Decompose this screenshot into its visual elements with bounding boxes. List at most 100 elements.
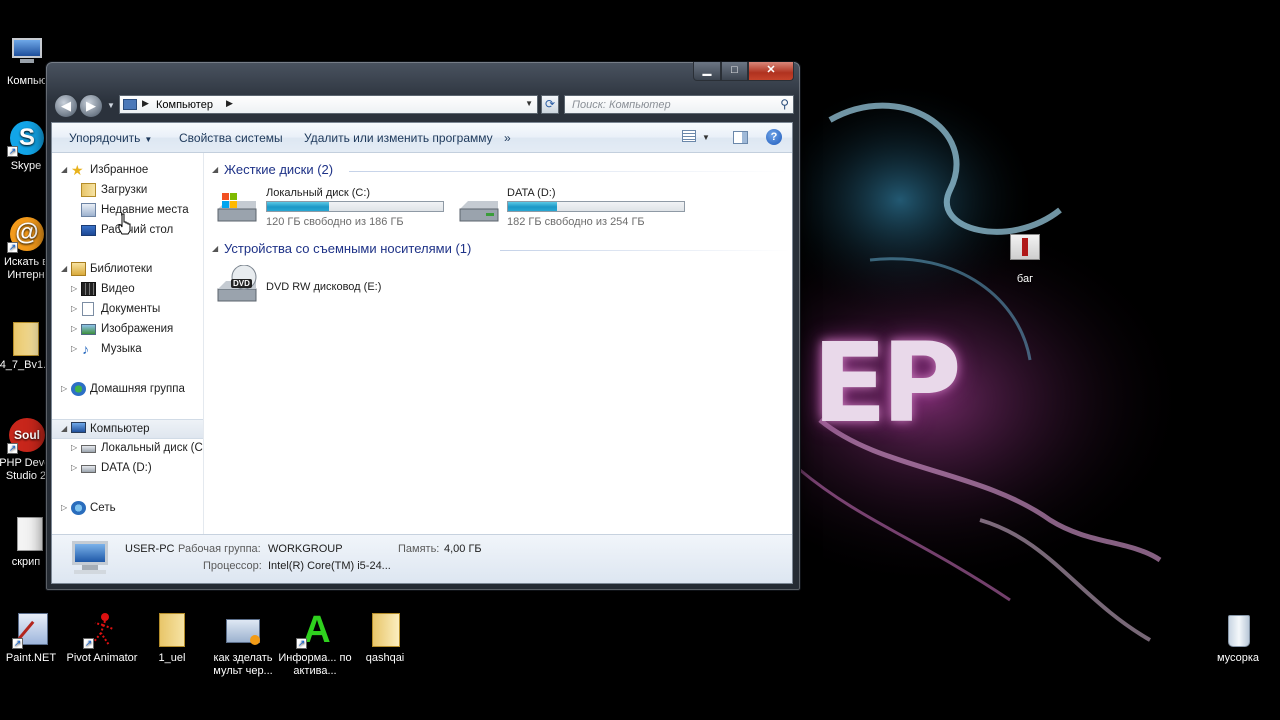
breadcrumb-computer[interactable]: Компьютер <box>156 99 213 111</box>
help-button[interactable]: ? <box>766 129 782 145</box>
breadcrumb-chevron-icon[interactable]: ▶ <box>142 98 149 109</box>
change-view-button[interactable]: ▼ <box>682 130 710 145</box>
workgroup-value: WORKGROUP <box>268 543 343 555</box>
group-header-hard-drives[interactable]: Жесткие диски (2) <box>224 162 333 177</box>
expand-arrow-icon[interactable]: ▷ <box>71 459 77 477</box>
sidebar-item-label: Домашняя группа <box>90 383 185 395</box>
organize-button[interactable]: Упорядочить ▼ <box>69 131 152 145</box>
desktop-icon-bag[interactable]: баг <box>988 232 1062 286</box>
command-bar: Упорядочить ▼ Свойства системы Удалить ил… <box>52 123 792 153</box>
drive-tile-d[interactable]: DATA (D:) 182 ГБ свободно из 254 ГБ <box>456 187 696 231</box>
forward-button[interactable]: ▶ <box>79 94 103 118</box>
desktop-icon-paintnet[interactable]: ↗ Paint.NET <box>0 611 68 665</box>
refresh-button[interactable]: ⟳ <box>541 95 559 114</box>
desktop-icon-info[interactable]: A ↗ Информа... по актива... <box>278 611 352 678</box>
address-dropdown-icon[interactable]: ▼ <box>525 99 533 108</box>
expand-arrow-icon[interactable]: ▷ <box>61 499 67 517</box>
drive-name: Локальный диск (C:) <box>266 187 371 199</box>
desktop-icon-1-uel[interactable]: 1_uel <box>135 611 209 665</box>
cpu-value: Intel(R) Core(TM) i5-24... <box>268 560 391 572</box>
drive-usage-bar <box>266 201 444 212</box>
star-icon: ★ <box>71 162 84 178</box>
more-commands-button[interactable]: » <box>504 131 511 145</box>
sidebar-item-label: Библиотеки <box>90 263 153 275</box>
uninstall-program-button[interactable]: Удалить или изменить программу <box>304 131 493 145</box>
computer-icon <box>71 422 86 433</box>
pictures-library-icon <box>81 324 96 335</box>
expand-arrow-icon[interactable]: ▷ <box>71 300 77 318</box>
expand-arrow-icon[interactable]: ▷ <box>71 439 77 457</box>
breadcrumb-chevron-icon[interactable]: ▶ <box>226 98 233 109</box>
back-button[interactable]: ◀ <box>54 94 78 118</box>
shortcut-arrow-icon: ↗ <box>83 638 94 649</box>
shortcut-arrow-icon: ↗ <box>7 443 18 454</box>
drive-name: DVD RW дисковод (E:) <box>266 281 382 293</box>
expand-arrow-icon[interactable]: ▷ <box>71 280 77 298</box>
desktop-icon-qashqai[interactable]: qashqai <box>348 611 422 665</box>
computer-icon <box>70 541 110 577</box>
minimize-button[interactable]: ▁ <box>693 62 721 81</box>
dvd-badge: DVD <box>231 279 252 288</box>
recent-pages-dropdown-icon[interactable]: ▼ <box>107 101 115 110</box>
pivot-stickman-icon: ↗ <box>83 611 121 649</box>
desktop-icon-label: Pivot Animator <box>66 652 138 664</box>
drive-free-space: 120 ГБ свободно из 186 ГБ <box>266 216 404 228</box>
group-divider <box>349 171 789 172</box>
maximize-button[interactable]: □ <box>721 62 748 81</box>
system-properties-button[interactable]: Свойства системы <box>179 131 283 145</box>
sidebar-item-label: Музыка <box>101 343 142 355</box>
system-drive-icon <box>81 445 96 453</box>
video-file-icon <box>224 611 262 649</box>
drive-usage-fill <box>508 202 558 211</box>
expand-arrow-icon[interactable]: ◢ <box>61 420 67 438</box>
desktop-icon-pivot[interactable]: ↗ Pivot Animator <box>65 611 139 678</box>
expand-arrow-icon[interactable]: ◢ <box>61 260 67 278</box>
documents-library-icon <box>82 302 94 316</box>
caption-buttons: ▁ □ ✕ <box>693 62 794 81</box>
sidebar-item-label: DATA (D:) <box>101 462 152 474</box>
close-button[interactable]: ✕ <box>748 62 794 81</box>
desktop-icon-recycle[interactable]: мусорка <box>1201 611 1275 665</box>
address-bar[interactable]: ▶ Компьютер ▶ ▼ <box>119 95 538 114</box>
computer-icon <box>123 99 137 110</box>
search-input[interactable]: Поиск: Компьютер ⚲ <box>564 95 794 114</box>
navigation-pane: ◢ ★ Избранное Загрузки Недавние места Ра… <box>52 153 204 534</box>
expand-arrow-icon[interactable]: ▷ <box>61 380 67 398</box>
desktop-icon-label: Paint.NET <box>5 652 57 664</box>
collapse-group-icon[interactable]: ◢ <box>212 165 218 174</box>
expand-arrow-icon[interactable]: ▷ <box>71 340 77 358</box>
preview-pane-button[interactable] <box>733 131 748 144</box>
content-pane: ◢ Жесткие диски (2) Локальный диск (C:) … <box>204 153 792 534</box>
hard-drive-icon <box>81 465 96 473</box>
chevron-down-icon: ▼ <box>144 135 153 144</box>
desktop-icon-video[interactable]: как зделать мульт чер... <box>206 611 280 678</box>
organize-label: Упорядочить <box>69 131 141 145</box>
collapse-group-icon[interactable]: ◢ <box>212 244 218 253</box>
navigation-bar: ◀ ▶ ▼ ▶ Компьютер ▶ ▼ ⟳ Поиск: Компьютер… <box>52 93 794 119</box>
recycle-bin-icon <box>1219 611 1257 649</box>
cpu-label: Процессор: <box>203 560 262 572</box>
homegroup-icon <box>71 382 86 396</box>
system-drive-icon <box>214 191 260 227</box>
chevron-down-icon: ▼ <box>702 133 710 142</box>
desktop-icon <box>81 225 96 236</box>
shortcut-arrow-icon: ↗ <box>7 242 18 253</box>
desktop-icon-label: мусорка <box>1216 652 1260 664</box>
desktop-icon-label: 1_uel <box>158 652 186 664</box>
network-icon <box>71 501 86 515</box>
group-header-removable[interactable]: Устройства со съемными носителями (1) <box>224 241 471 256</box>
search-icon[interactable]: ⚲ <box>780 97 789 111</box>
downloads-folder-icon <box>81 183 96 197</box>
expand-arrow-icon[interactable]: ◢ <box>61 161 67 179</box>
drive-tile-dvd[interactable]: DVD DVD RW дисковод (E:) <box>214 264 414 309</box>
group-divider <box>500 250 790 251</box>
folder-icon <box>366 611 404 649</box>
shortcut-arrow-icon: ↗ <box>7 146 18 157</box>
desktop-icon-label: баг <box>1016 273 1034 285</box>
shortcut-arrow-icon: ↗ <box>296 638 307 649</box>
expand-arrow-icon[interactable]: ▷ <box>71 320 77 338</box>
drive-tile-c[interactable]: Локальный диск (C:) 120 ГБ свободно из 1… <box>214 187 454 231</box>
wallpaper-text: EP <box>812 319 962 447</box>
sidebar-item-computer[interactable]: ◢ Компьютер <box>52 419 203 439</box>
image-file-icon <box>1006 232 1044 270</box>
